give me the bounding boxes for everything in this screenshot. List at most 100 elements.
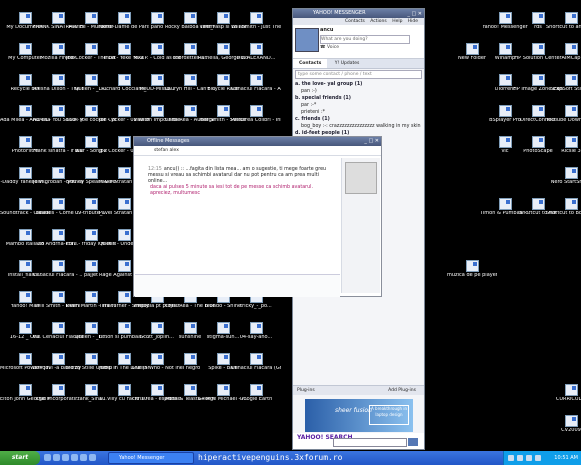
desktop-icon[interactable]: Google Earth — [231, 384, 281, 402]
file-icon — [150, 105, 164, 117]
contact-item[interactable]: par :-* — [295, 102, 423, 109]
message: apreciez, multumesc — [148, 191, 336, 197]
file-icon — [117, 12, 131, 24]
desktop-icon-label: CURRICUL... — [555, 397, 581, 402]
web-search-input[interactable] — [333, 438, 407, 447]
tray-icon[interactable] — [517, 455, 523, 461]
desktop-icon[interactable]: CV2009 — [546, 415, 581, 433]
menu-actions[interactable]: Actions — [370, 19, 386, 24]
tab-updates[interactable]: Y! Updates — [329, 59, 366, 68]
file-icon — [150, 384, 164, 396]
file-icon — [498, 136, 512, 148]
contact-avatar[interactable] — [345, 162, 377, 194]
desktop-icon-label: AIMCap — [561, 56, 581, 61]
contact-group[interactable]: b. special friends (1) — [295, 95, 423, 102]
conversation-window-controls[interactable]: _ □ ✕ — [364, 137, 379, 146]
messenger-title-bar[interactable]: YAHOO! MESSENGER _ □ ✕ — [293, 9, 424, 18]
voice-label[interactable]: ☎ Voice — [320, 45, 339, 50]
watermark-url: hiperactivepenguins.3xforum.ro — [198, 453, 343, 462]
contact-item[interactable]: prieteni :* — [295, 109, 423, 116]
file-icon — [216, 105, 230, 117]
file-icon — [18, 353, 32, 365]
start-button[interactable]: start — [0, 451, 40, 465]
search-bar: YAHOO! SEARCH — [293, 433, 424, 449]
contact-group[interactable]: c. friends (1) — [295, 116, 423, 123]
file-icon — [183, 12, 197, 24]
messenger-title: YAHOO! MESSENGER — [313, 10, 366, 16]
quick-launch-icon[interactable] — [44, 454, 51, 461]
desktop-icon-label: YouTube Downloader — [546, 118, 581, 123]
desktop-icon[interactable]: 04-say-aho... — [231, 322, 281, 340]
quick-launch-icon[interactable] — [89, 454, 96, 461]
quick-launch-icon[interactable] — [71, 454, 78, 461]
desktop-icon[interactable]: Nero StartSmart — [546, 167, 581, 185]
desktop-icon[interactable]: Will Smith - Just The T... — [231, 12, 281, 30]
file-icon — [531, 136, 545, 148]
file-icon — [249, 322, 263, 334]
desktop-icon[interactable]: Ricsie 3 — [546, 136, 581, 154]
window-controls[interactable]: _ □ ✕ — [407, 10, 422, 19]
file-icon — [498, 74, 512, 86]
file-icon — [117, 322, 131, 334]
tray-icon[interactable] — [535, 455, 541, 461]
file-icon — [150, 43, 164, 55]
desktop-icon[interactable]: Passarea Colibri - InnovatiP... — [231, 105, 281, 123]
system-tray: 10:51 AM — [503, 451, 581, 465]
file-icon — [117, 136, 131, 148]
add-plugins-button[interactable]: Add Plug-ins — [388, 386, 416, 395]
quick-launch-icon[interactable] — [62, 454, 69, 461]
file-icon — [564, 136, 578, 148]
contact-group[interactable]: a. the love- yal group (1) — [295, 81, 423, 88]
desktop-icon[interactable]: muzica de pe player — [447, 260, 497, 278]
desktop-icon[interactable]: CURRICUL... — [546, 384, 581, 402]
contact-search: type some contact / phone / text — [293, 69, 424, 80]
menu-help[interactable]: Help — [392, 19, 402, 24]
conversation-header: stefan alex — [134, 146, 381, 156]
file-icon — [531, 198, 545, 210]
advertisement[interactable]: sheer fusion A breakthrough in laptop de… — [305, 399, 413, 432]
message-input[interactable] — [135, 274, 340, 297]
desktop-icon[interactable]: YouTube Downloader — [546, 105, 581, 123]
desktop-icon[interactable]: Cenaclul Flacara - A... — [231, 74, 281, 92]
file-icon — [51, 167, 65, 179]
file-icon — [498, 105, 512, 117]
desktop-icon[interactable]: Cenaclul Flacara (Gr... — [231, 353, 281, 371]
contact-item[interactable]: bog_boy :-: crazzzzzzzzzzzzzzz walking i… — [295, 123, 423, 130]
quick-launch-icon[interactable] — [80, 454, 87, 461]
contact-item[interactable]: pan :-) — [295, 88, 423, 95]
file-icon — [84, 322, 98, 334]
file-icon — [498, 43, 512, 55]
quick-launch-icon[interactable] — [53, 454, 60, 461]
tray-icon[interactable] — [508, 455, 514, 461]
file-icon — [249, 74, 263, 86]
menu-contacts[interactable]: Contacts — [345, 19, 365, 24]
status-input[interactable]: What are you doing? — [320, 35, 410, 44]
plugins-button[interactable]: Plug-ins — [297, 388, 315, 393]
hide-button[interactable]: Hide — [408, 18, 418, 25]
desktop-icon[interactable]: Shortcut to Bombards — [546, 198, 581, 216]
file-icon — [183, 353, 197, 365]
file-icon — [51, 43, 65, 55]
messenger-menu: Contacts Actions Help Hide — [293, 18, 424, 25]
search-go-button[interactable] — [408, 438, 418, 446]
offline-messages-window[interactable]: Offline Messages _ □ ✕ stefan alex 12:15… — [133, 136, 382, 297]
conversation-title-bar[interactable]: Offline Messages _ □ ✕ — [134, 137, 381, 146]
tray-icon[interactable] — [526, 455, 532, 461]
file-icon — [183, 384, 197, 396]
file-icon — [216, 43, 230, 55]
file-icon — [564, 74, 578, 86]
file-icon — [465, 260, 479, 272]
avatar[interactable] — [295, 28, 319, 52]
contact-search-input[interactable]: type some contact / phone / text — [295, 70, 422, 79]
file-icon — [531, 74, 545, 86]
desktop-icon[interactable]: DIZ ALEXAND... — [231, 43, 281, 61]
desktop-icon[interactable]: ScanSoft Starter — [546, 74, 581, 92]
tab-contacts[interactable]: Contacts — [293, 59, 328, 68]
file-icon — [249, 353, 263, 365]
ad-box: A breakthrough in laptop design — [369, 405, 409, 425]
taskbar-yahoo-messenger[interactable]: Yahoo! Messenger — [108, 452, 194, 464]
desktop-icon[interactable]: Shortcut to ancu folder — [546, 12, 581, 30]
file-icon — [183, 74, 197, 86]
file-icon — [18, 105, 32, 117]
desktop-icon[interactable]: AIMCap — [546, 43, 581, 61]
